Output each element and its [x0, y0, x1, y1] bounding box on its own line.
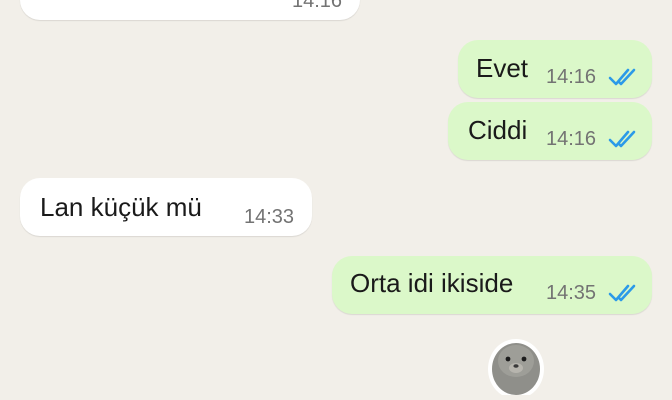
- message-timestamp: 14:33: [244, 206, 295, 228]
- message-bubble-outgoing[interactable]: Ciddi 14:16: [448, 102, 652, 160]
- message-bubble-incoming[interactable]: Lan küçük mü 14:33: [20, 178, 312, 236]
- message-timestamp: 14:16: [546, 66, 597, 88]
- message-bubble-incoming[interactable]: 14:16: [20, 0, 360, 20]
- read-double-check-icon: [608, 282, 638, 304]
- read-double-check-icon: [608, 128, 638, 150]
- message-bubble-outgoing[interactable]: Orta idi ikiside 14:35: [332, 256, 652, 314]
- message-text: Lan küçük mü: [40, 192, 202, 222]
- message-text: Orta idi ikiside: [350, 268, 514, 298]
- read-double-check-icon: [608, 66, 638, 88]
- message-timestamp: 14:16: [292, 0, 343, 12]
- seal-sticker-icon[interactable]: [486, 335, 546, 399]
- message-text: Evet: [476, 53, 529, 83]
- message-bubble-outgoing[interactable]: Evet 14:16: [458, 40, 652, 98]
- message-timestamp: 14:16: [546, 128, 597, 150]
- message-text: Ciddi: [468, 115, 528, 145]
- message-timestamp: 14:35: [546, 282, 597, 304]
